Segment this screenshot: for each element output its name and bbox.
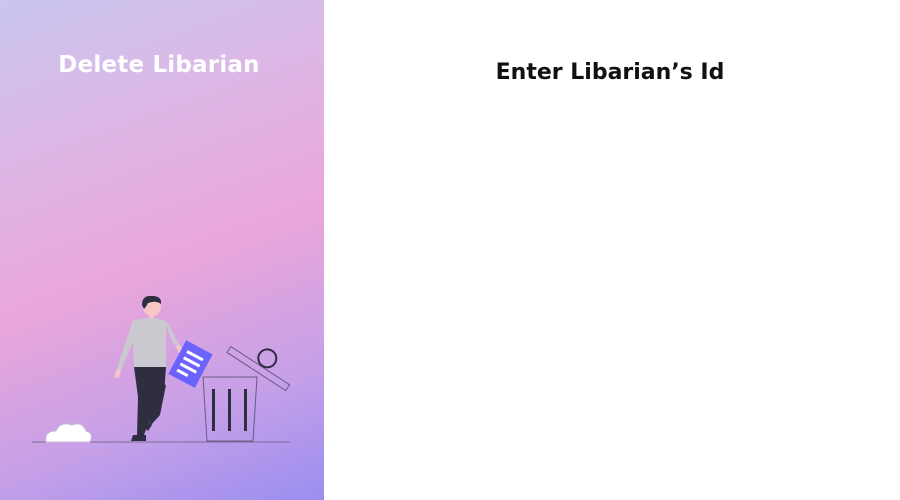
- main-panel: Enter Libarian’s Id: [324, 0, 900, 500]
- delete-illustration: [32, 295, 291, 443]
- sidebar-panel: Delete Libarian: [0, 0, 324, 500]
- sidebar-title: Delete Libarian: [58, 52, 260, 78]
- document-icon: [168, 340, 213, 388]
- trash-can-icon: [202, 345, 291, 442]
- cloud-icon: [45, 419, 92, 443]
- page-title: Enter Libarian’s Id: [495, 60, 725, 85]
